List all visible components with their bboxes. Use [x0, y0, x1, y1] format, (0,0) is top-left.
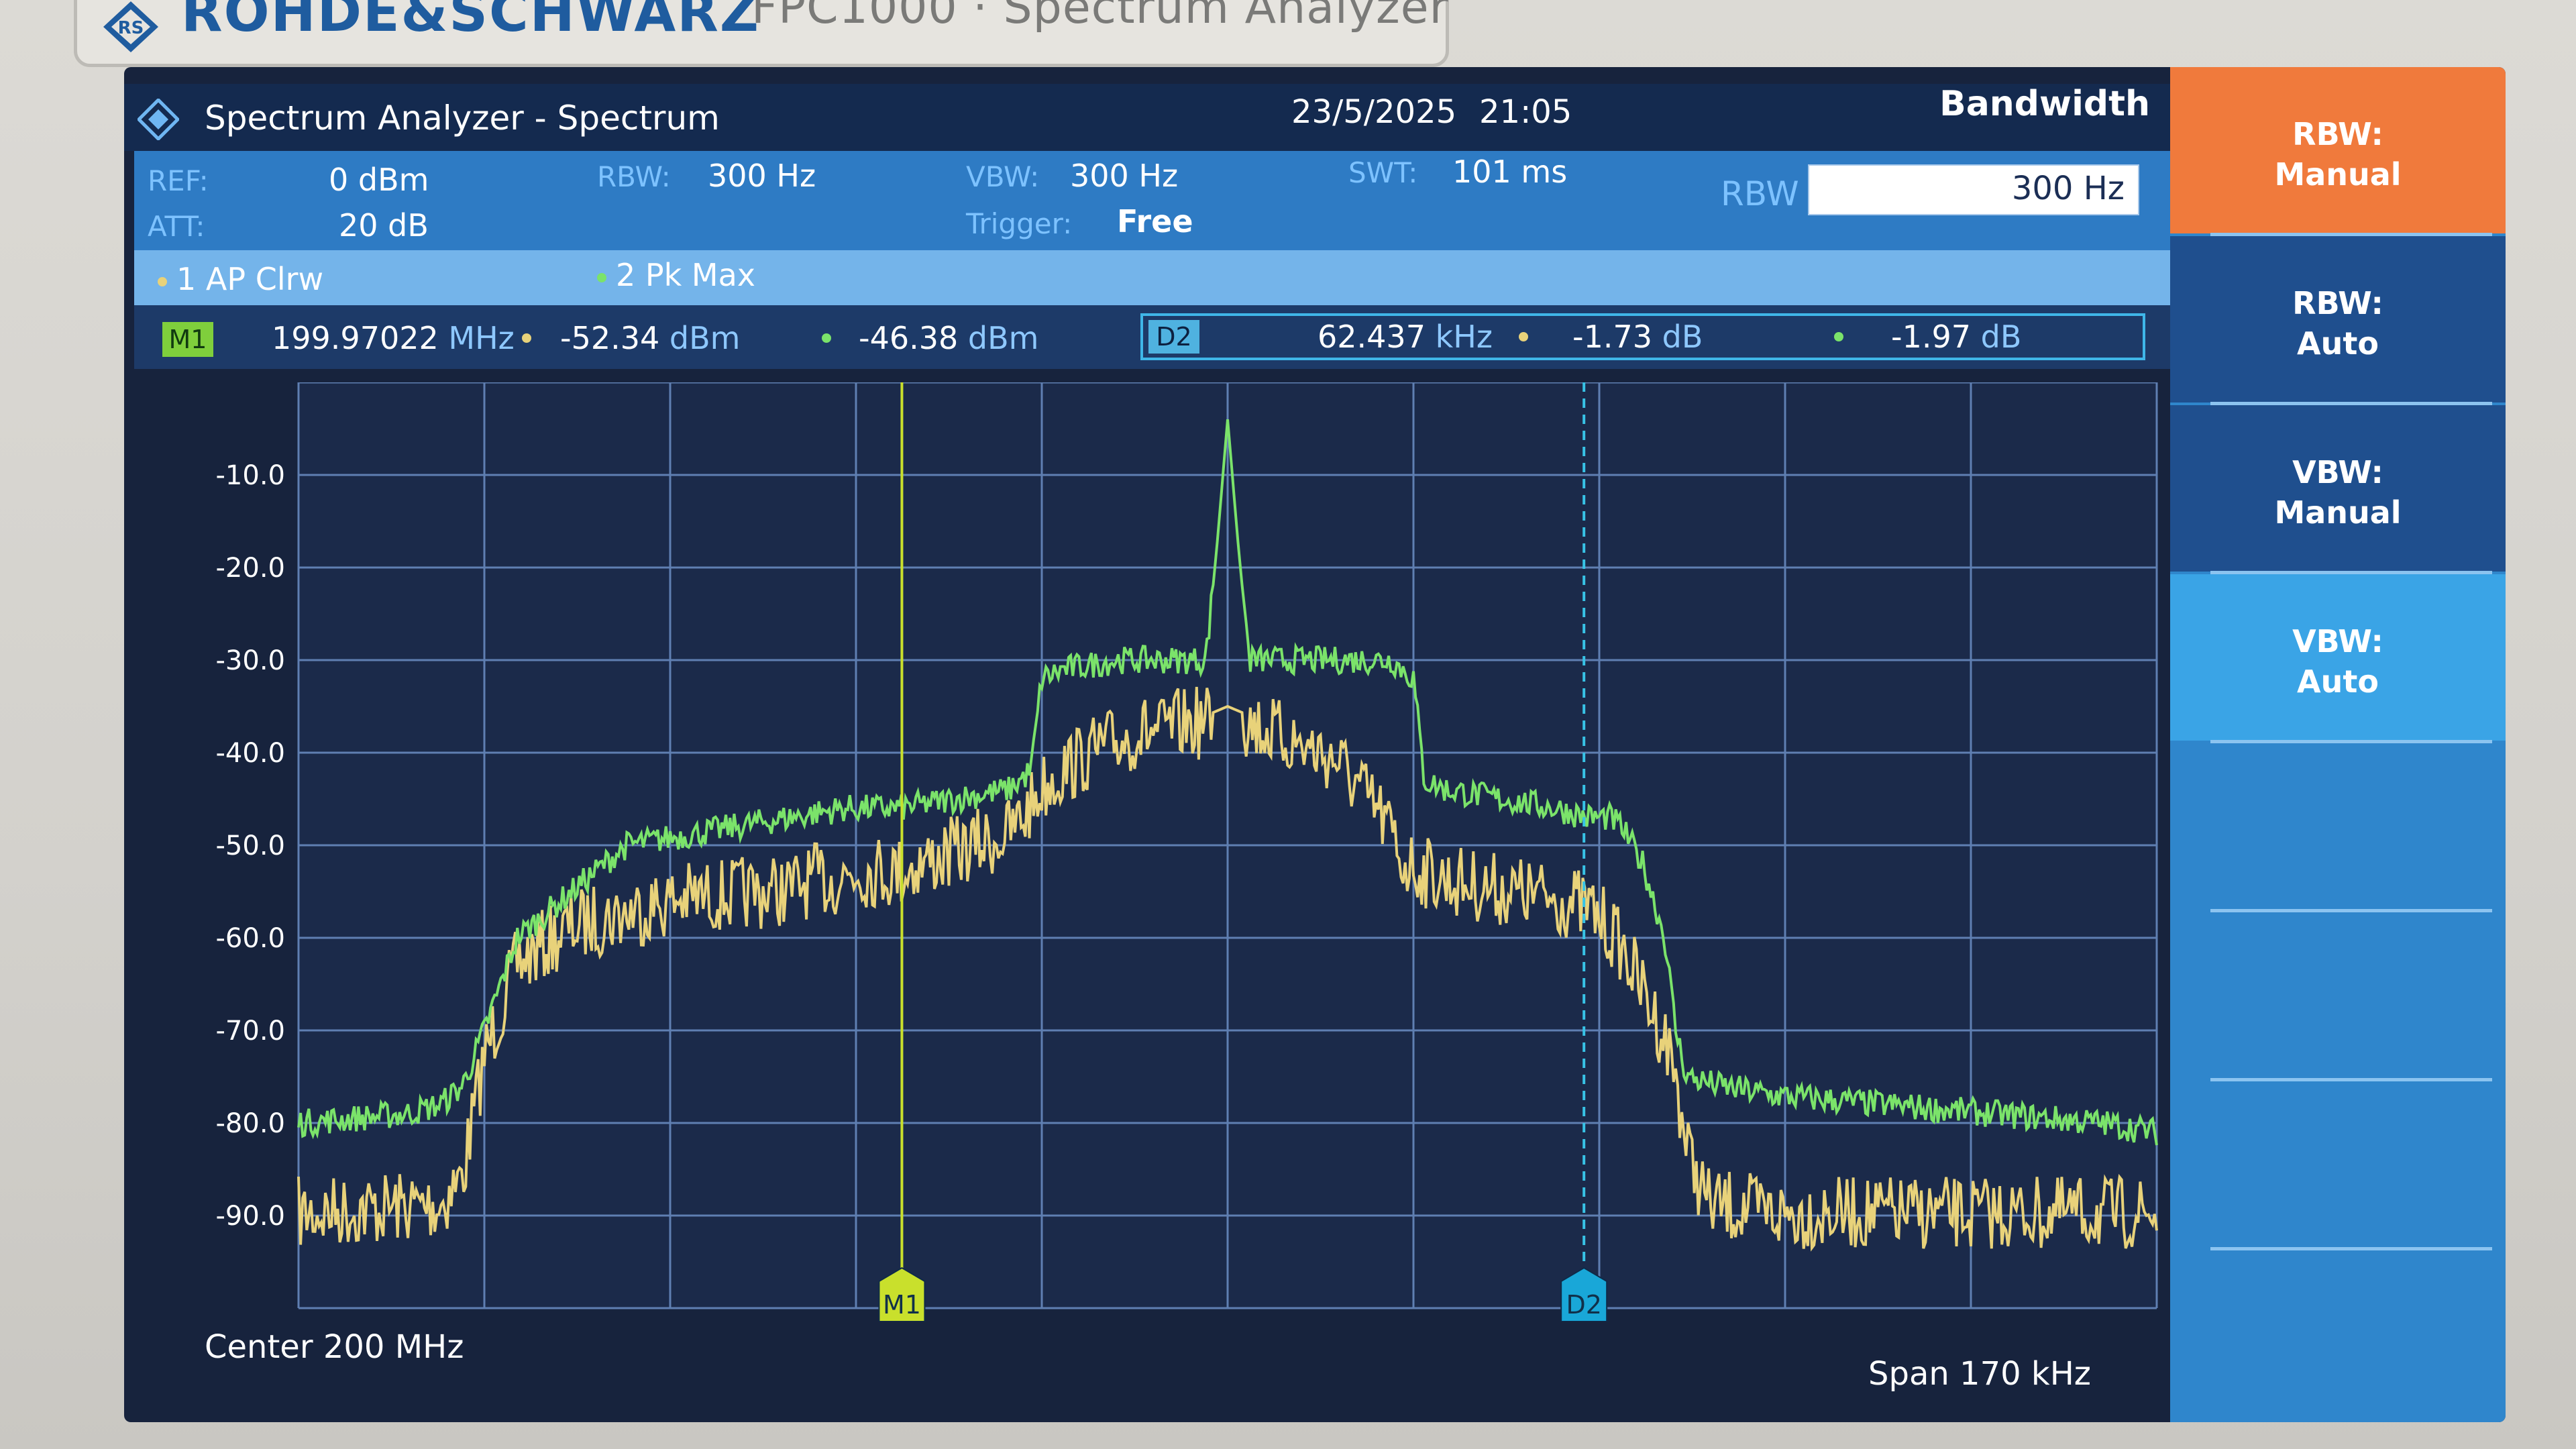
att-value[interactable]: 20 dB [339, 207, 429, 244]
d2-marker-box[interactable]: D2 62.437 kHz -1.73 dB -1.97 dB [1140, 313, 2145, 360]
softkey-3[interactable]: VBW: Manual [2170, 405, 2506, 572]
brand-model: FPC1000 · Spectrum Analyzer [751, 0, 1449, 34]
d2-level1-unit: dB [1662, 319, 1703, 355]
m1-trace1-dot-icon [522, 333, 531, 343]
d2-level1-value: -1.73 [1572, 319, 1653, 355]
trigger-label: Trigger: [966, 207, 1073, 240]
title-bar: Spectrum Analyzer - Spectrum 23/5/2025 2… [124, 84, 2170, 151]
softkey-6[interactable] [2170, 912, 2506, 1079]
m1-level-trace1: -52.34 dBm [560, 320, 741, 356]
softkey-label: VBW: Auto [2292, 623, 2383, 700]
y-tick-label: -30.0 [216, 645, 286, 676]
softkey-8[interactable] [2170, 1250, 2506, 1417]
d2-badge: D2 [1148, 320, 1199, 354]
brand-name: ROHDE&SCHWARZ [181, 0, 760, 44]
marker-M1-flag-label: M1 [883, 1290, 921, 1320]
trace-info-row: 1 AP Clrw 2 Pk Max [134, 250, 2174, 305]
m1-level-trace2: -46.38 dBm [859, 320, 1039, 356]
softkey-label: RBW: Auto [2292, 285, 2383, 362]
m1-frequency: 199.97022 MHz [272, 320, 515, 356]
y-tick-label: -20.0 [216, 553, 286, 584]
ref-label: REF: [148, 164, 209, 197]
d2-trace1-dot-icon [1519, 332, 1528, 341]
y-tick-label: -10.0 [216, 460, 286, 491]
d2-level2-unit: dB [1980, 319, 2022, 355]
trigger-value[interactable]: Free [1117, 203, 1193, 239]
rbw-input-label: RBW [1721, 174, 1799, 213]
analyzer-screen: Spectrum Analyzer - Spectrum 23/5/2025 2… [124, 67, 2506, 1422]
softkey-2[interactable]: RBW: Auto [2170, 236, 2506, 402]
svg-text:RS: RS [118, 18, 144, 38]
d2-level2-value: -1.97 [1891, 319, 1972, 355]
m1-level1-value: -52.34 [560, 320, 660, 356]
trace-2-info[interactable]: 2 Pk Max [597, 257, 755, 293]
trace-1-info[interactable]: 1 AP Clrw [158, 261, 323, 297]
d2-level-trace1: -1.73 dB [1572, 319, 1703, 355]
rbw-value[interactable]: 300 Hz [708, 158, 816, 194]
marker-info-row: M1 199.97022 MHz -52.34 dBm -46.38 dBm D… [134, 305, 2174, 369]
softkey-label: RBW: Manual [2274, 116, 2402, 193]
rbw-input-value: 300 Hz [2011, 170, 2125, 207]
softkey-5[interactable] [2170, 743, 2506, 910]
diamond-logo-icon [138, 99, 179, 140]
vbw-label: VBW: [966, 160, 1040, 193]
marker-D2-flag-label: D2 [1566, 1290, 1601, 1320]
rbw-label: RBW: [597, 160, 671, 193]
softkey-1[interactable]: RBW: Manual [2170, 67, 2506, 233]
rohde-schwarz-logo: RS [103, 1, 158, 52]
softkey-7[interactable] [2170, 1081, 2506, 1248]
softkey-panel: RBW: Manual RBW: Auto VBW: Manual VBW: Auto [2170, 67, 2506, 1422]
ref-value[interactable]: 0 dBm [329, 162, 429, 198]
d2-level-trace2: -1.97 dB [1891, 319, 2021, 355]
date-readout: 23/5/2025 [1291, 93, 1457, 131]
y-tick-label: -90.0 [216, 1201, 286, 1232]
center-frequency-label: Center 200 MHz [205, 1328, 464, 1366]
m1-freq-unit: MHz [448, 320, 515, 356]
att-label: ATT: [148, 210, 205, 243]
m1-freq-value: 199.97022 [272, 320, 439, 356]
m1-trace2-dot-icon [822, 333, 831, 343]
rbw-input-field[interactable]: 300 Hz [1808, 164, 2139, 215]
swt-value[interactable]: 101 ms [1452, 154, 1567, 190]
d2-freq-value: 62.437 [1318, 319, 1426, 355]
d2-freq-unit: kHz [1435, 319, 1493, 355]
plot-footer: Center 200 MHz Span 170 kHz [124, 1328, 2137, 1422]
y-tick-label: -50.0 [216, 830, 286, 861]
m1-level1-unit: dBm [669, 320, 741, 356]
spectrum-plot[interactable]: -10.0 -20.0 -30.0 -40.0 -50.0 -60.0 -70.0 -80.0… [171, 382, 2170, 1322]
app-title: Spectrum Analyzer - Spectrum [205, 99, 720, 138]
y-tick-label: -80.0 [216, 1108, 286, 1139]
vbw-value[interactable]: 300 Hz [1070, 158, 1178, 194]
trace-2-dot-icon [597, 272, 606, 282]
d2-frequency: 62.437 kHz [1318, 319, 1493, 355]
m1-level2-value: -46.38 [859, 320, 959, 356]
d2-trace2-dot-icon [1834, 332, 1843, 341]
swt-label: SWT: [1348, 156, 1418, 189]
time-readout: 21:05 [1479, 93, 1572, 131]
softkey-label: VBW: Manual [2274, 454, 2402, 531]
y-tick-label: -70.0 [216, 1016, 286, 1046]
m1-level2-unit: dBm [967, 320, 1039, 356]
y-tick-label: -40.0 [216, 738, 286, 769]
m1-badge[interactable]: M1 [162, 322, 213, 357]
trace-2-label: 2 Pk Max [616, 257, 755, 293]
softkey-4[interactable]: VBW: Auto [2170, 574, 2506, 741]
menu-title: Bandwidth [1939, 84, 2150, 124]
trace-1-label: 1 AP Clrw [176, 261, 324, 297]
span-label: Span 170 kHz [1868, 1355, 2091, 1393]
y-tick-label: -60.0 [216, 923, 286, 954]
trace-1-dot-icon [158, 276, 167, 286]
